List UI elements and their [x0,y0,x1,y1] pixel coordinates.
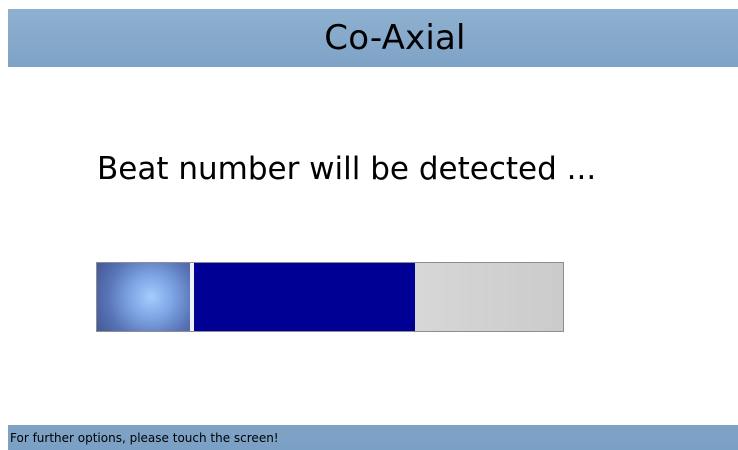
progress-start-segment [97,263,190,331]
page-title: Co-Axial [324,18,466,58]
progress-fill [194,263,415,331]
status-message: Beat number will be detected ... [97,150,597,187]
footer-hint: For further options, please touch the sc… [10,430,279,445]
screen[interactable]: Co-Axial Beat number will be detected ..… [0,0,738,450]
progress-bar [96,262,564,332]
